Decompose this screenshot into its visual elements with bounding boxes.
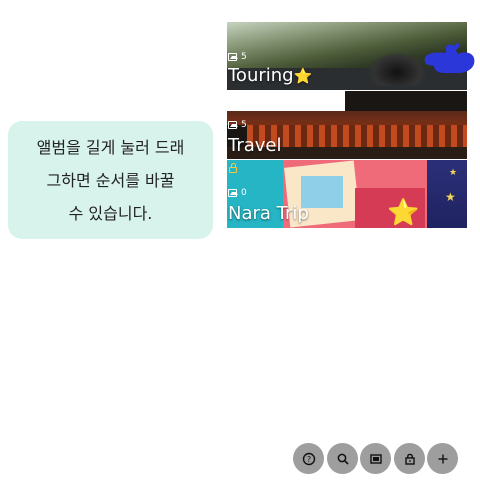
- help-button[interactable]: ?: [293, 443, 324, 474]
- lock-button[interactable]: [394, 443, 425, 474]
- album-title: Touring⭐: [228, 65, 312, 87]
- album-cover-mask: [227, 91, 345, 111]
- album-title-text: Touring: [228, 65, 294, 86]
- image-icon: [369, 452, 383, 466]
- pointing-hand-icon: [424, 38, 476, 78]
- star-icon: ★: [449, 168, 458, 178]
- motorcycle-image: [367, 52, 427, 86]
- question-icon: ?: [302, 452, 316, 466]
- album-count: 0: [228, 187, 247, 199]
- plus-icon: [436, 452, 450, 466]
- album-count-value: 5: [241, 52, 247, 62]
- image-icon: [228, 189, 238, 197]
- hint-line-1: 앨범을 길게 눌러 드래: [36, 138, 185, 157]
- album-title: Nara Trip: [228, 203, 309, 224]
- album-count-value: 5: [241, 120, 247, 130]
- album-count: 5: [228, 51, 247, 63]
- star-icon: ★: [445, 190, 456, 204]
- reorder-hint-tooltip: 앨범을 길게 눌러 드래 그하면 순서를 바꿀 수 있습니다.: [8, 121, 213, 239]
- lock-icon: [403, 452, 417, 466]
- image-icon: [228, 121, 238, 129]
- album-nara-trip[interactable]: ⭐ ★ ★ 0 Nara Trip: [227, 160, 467, 228]
- lock-icon: [229, 163, 237, 173]
- hint-line-2: 그하면 순서를 바꿀: [46, 171, 175, 190]
- star-icon: ⭐: [293, 67, 313, 85]
- album-count: 5: [228, 119, 247, 131]
- svg-text:?: ?: [306, 455, 310, 464]
- album-title: Travel: [228, 135, 282, 156]
- star-icon: ⭐: [387, 198, 420, 228]
- search-button[interactable]: [327, 443, 358, 474]
- album-travel[interactable]: 5 Travel: [227, 91, 467, 159]
- image-icon: [228, 53, 238, 61]
- gallery-button[interactable]: [360, 443, 391, 474]
- search-icon: [336, 452, 350, 466]
- hint-line-3: 수 있습니다.: [68, 204, 153, 223]
- album-count-value: 0: [241, 188, 247, 198]
- add-button[interactable]: [427, 443, 458, 474]
- shrine-roof: [227, 111, 467, 125]
